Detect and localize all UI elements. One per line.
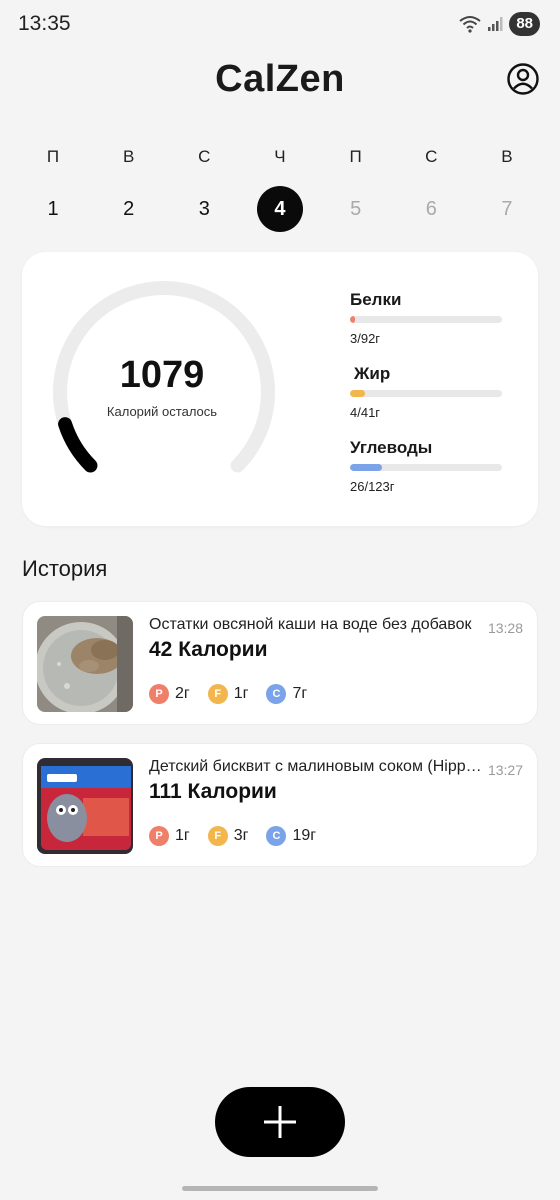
day-7[interactable]: В7 — [470, 146, 544, 232]
carbs-value: 7г — [292, 685, 308, 702]
status-icons: 88 — [459, 12, 540, 36]
calories-remaining-label: Калорий осталось — [106, 404, 218, 419]
carbs-icon: C — [266, 826, 287, 846]
fat-icon: F — [207, 826, 228, 846]
day-letter: В — [122, 147, 135, 166]
macro-bar-fill — [350, 316, 356, 323]
macro-bar — [350, 316, 502, 323]
food-photo-oatmeal — [37, 616, 133, 712]
macro-bar-fill — [350, 390, 365, 397]
day-5[interactable]: П5 — [319, 146, 393, 232]
fat-value: 1г — [233, 685, 249, 702]
day-number: 2 — [123, 197, 135, 220]
day-letter: П — [349, 147, 362, 166]
protein-chip: P 2г — [149, 684, 190, 704]
carbs-chip: C 7г — [266, 684, 307, 704]
plus-icon — [264, 1106, 296, 1138]
signal-icon — [488, 17, 503, 31]
food-photo-biscuit — [37, 758, 133, 854]
profile-button[interactable] — [506, 62, 540, 96]
add-food-button[interactable] — [215, 1087, 345, 1157]
wifi-icon — [459, 16, 481, 33]
day-4[interactable]: Ч4 — [243, 146, 317, 232]
day-number: 6 — [425, 197, 437, 220]
macro-bar-fill — [350, 464, 383, 471]
macro-name: Жир — [354, 364, 391, 383]
user-icon — [507, 63, 539, 95]
protein-icon: P — [149, 826, 169, 846]
entry-macros: P 1г F 3г C 19г — [149, 826, 334, 846]
calorie-summary-card: 1079 Калорий осталось Белки 3/92г Жир 4/… — [22, 252, 538, 526]
entry-calories: 111 Калории — [149, 780, 277, 803]
day-letter: С — [425, 147, 438, 166]
day-letter: Ч — [274, 147, 286, 166]
macro-value: 3/92г — [350, 331, 381, 346]
day-number: 4 — [256, 186, 303, 232]
macro-bar — [350, 464, 502, 471]
carbs-value: 19г — [292, 827, 317, 844]
history-entry[interactable]: Детский бисквит с малиновым соком (Hippo… — [22, 743, 538, 867]
fat-chip: F 3г — [207, 826, 249, 846]
day-number: 5 — [350, 197, 362, 220]
macro-fat: Жир 4/41г — [350, 364, 502, 420]
fat-icon: F — [207, 684, 228, 704]
gauge-progress — [58, 417, 98, 473]
protein-chip: P 1г — [149, 826, 190, 846]
macro-bar — [350, 390, 502, 397]
protein-value: 1г — [175, 827, 190, 844]
status-bar: 13:35 88 — [0, 0, 560, 50]
day-number: 3 — [198, 197, 210, 220]
entry-calories: 42 Калории — [149, 638, 268, 661]
fat-value: 3г — [233, 827, 249, 844]
calories-remaining: 1079 — [119, 354, 205, 396]
home-indicator[interactable] — [182, 1186, 378, 1191]
day-number: 1 — [47, 197, 59, 220]
day-6[interactable]: С6 — [394, 146, 468, 232]
macro-carbs: Углеводы 26/123г — [350, 438, 502, 494]
protein-icon: P — [149, 684, 169, 704]
day-2[interactable]: В2 — [92, 146, 166, 232]
status-time: 13:35 — [18, 12, 71, 35]
app-title: CalZen — [215, 58, 345, 100]
history-title: История — [22, 556, 108, 581]
entry-macros: P 2г F 1г C 7г — [149, 684, 325, 704]
day-letter: С — [198, 147, 211, 166]
battery-indicator: 88 — [509, 12, 540, 36]
entry-name: Детский бисквит с малиновым соком (Hippo… — [149, 758, 485, 775]
day-letter: П — [46, 147, 60, 166]
protein-value: 2г — [175, 685, 190, 702]
day-1[interactable]: П1 — [16, 146, 90, 232]
macro-protein: Белки 3/92г — [350, 290, 502, 346]
day-number: 7 — [501, 197, 513, 220]
entry-name: Остатки овсяной каши на воде без добавок — [149, 616, 472, 633]
history-entry[interactable]: Остатки овсяной каши на воде без добавок… — [22, 601, 538, 725]
macro-value: 26/123г — [350, 479, 395, 494]
carbs-icon: C — [266, 684, 287, 704]
day-3[interactable]: С3 — [167, 146, 241, 232]
day-letter: В — [501, 147, 513, 166]
macro-value: 4/41г — [350, 405, 381, 420]
entry-time: 13:27 — [487, 762, 523, 778]
week-selector: П1В2С3Ч4П5С6В7 — [16, 146, 544, 232]
macro-name: Белки — [350, 290, 402, 309]
entry-time: 13:28 — [487, 620, 523, 636]
fat-chip: F 1г — [207, 684, 249, 704]
carbs-chip: C 19г — [266, 826, 316, 846]
macro-name: Углеводы — [350, 438, 433, 457]
